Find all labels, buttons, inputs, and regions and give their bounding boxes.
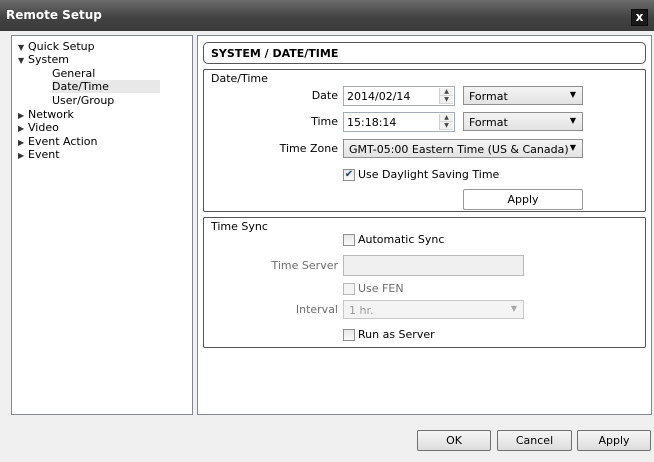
chevron-down-icon: ▼ — [569, 90, 576, 99]
automatic-sync-label: Automatic Sync — [358, 233, 445, 246]
time-format-dropdown[interactable]: Format ▼ — [463, 112, 583, 131]
interval-value: 1 hr. — [349, 304, 374, 317]
tree-item-date-time[interactable]: Date/Time — [52, 80, 160, 93]
group-title: Date/Time — [211, 72, 268, 85]
interval-dropdown[interactable]: 1 hr. ▼ — [343, 300, 524, 319]
date-stepper[interactable]: 2014/02/14 ▲ ▼ — [343, 86, 455, 106]
timezone-dropdown[interactable]: GMT-05:00 Eastern Time (US & Canada) ▼ — [343, 139, 583, 158]
time-label: Time — [311, 115, 338, 128]
chevron-down-icon: ▼ — [569, 116, 576, 125]
tree-item-network[interactable]: ▶ Network — [18, 108, 74, 121]
tree-item-label: General — [52, 67, 96, 80]
spin-up-icon[interactable]: ▲ — [440, 114, 453, 122]
page-header: SYSTEM / DATE/TIME — [203, 42, 646, 64]
close-button[interactable]: x — [631, 9, 648, 26]
run-as-server-label: Run as Server — [358, 328, 435, 341]
page-title: SYSTEM / DATE/TIME — [211, 47, 339, 60]
tree-item-label: Network — [28, 108, 74, 121]
chevron-right-icon[interactable]: ▶ — [18, 149, 28, 162]
checkbox-box[interactable] — [343, 234, 355, 246]
chevron-down-icon[interactable]: ▼ — [18, 54, 28, 67]
cancel-button[interactable]: Cancel — [497, 430, 572, 451]
apply-button[interactable]: Apply — [577, 430, 651, 451]
date-label: Date — [311, 89, 338, 102]
time-value: 15:18:14 — [347, 116, 397, 129]
tree-item-label: Event — [28, 148, 60, 161]
title-bar[interactable]: Remote Setup x — [0, 0, 654, 31]
time-format-value: Format — [469, 116, 508, 129]
chevron-down-icon: ▼ — [569, 143, 576, 152]
tree-item-label: System — [28, 53, 70, 66]
checkbox-box[interactable] — [343, 329, 355, 341]
check-icon[interactable]: ✔ — [343, 169, 355, 181]
spin-up-icon[interactable]: ▲ — [440, 88, 453, 96]
tree-item-quick-setup[interactable]: ▼ Quick Setup — [18, 40, 95, 53]
settings-content-panel: SYSTEM / DATE/TIME Date/Time Date 2014/0… — [197, 35, 652, 415]
spin-down-icon[interactable]: ▼ — [440, 122, 453, 130]
settings-tree[interactable]: ▼ Quick Setup ▼ System General Date/Time U… — [11, 35, 193, 415]
daylight-saving-label: Use Daylight Saving Time — [358, 168, 500, 181]
date-format-value: Format — [469, 90, 508, 103]
tree-item-label: Event Action — [28, 135, 98, 148]
tree-item-user-group[interactable]: User/Group — [52, 94, 114, 107]
group-title: Time Sync — [211, 220, 268, 233]
stepper-arrows[interactable]: ▲ ▼ — [439, 88, 453, 104]
time-stepper[interactable]: 15:18:14 ▲ ▼ — [343, 112, 455, 132]
tree-item-system[interactable]: ▼ System — [18, 53, 69, 66]
checkbox-box[interactable] — [343, 283, 355, 295]
timezone-value: GMT-05:00 Eastern Time (US & Canada) — [349, 143, 569, 156]
date-format-dropdown[interactable]: Format ▼ — [463, 86, 583, 105]
tree-item-label: Date/Time — [52, 80, 109, 93]
tree-item-event[interactable]: ▶ Event — [18, 148, 60, 161]
date-time-group: Date/Time Date 2014/02/14 ▲ ▼ Format ▼ T… — [203, 69, 646, 212]
time-server-label: Time Server — [271, 259, 339, 272]
chevron-down-icon: ▼ — [510, 304, 517, 313]
use-fen-label: Use FEN — [358, 282, 404, 295]
interval-label: Interval — [295, 303, 338, 316]
tree-item-label: Video — [28, 121, 59, 134]
window-client-area: ▼ Quick Setup ▼ System General Date/Time U… — [0, 31, 654, 462]
tree-item-label: Quick Setup — [28, 40, 95, 53]
tree-item-event-action[interactable]: ▶ Event Action — [18, 135, 97, 148]
tree-item-video[interactable]: ▶ Video — [18, 121, 59, 134]
remote-setup-window: Remote Setup x ▼ Quick Setup ▼ System Gene… — [0, 0, 654, 462]
date-time-apply-button[interactable]: Apply — [463, 189, 583, 210]
spin-down-icon[interactable]: ▼ — [440, 96, 453, 104]
window-title: Remote Setup — [6, 8, 102, 22]
tree-item-general[interactable]: General — [52, 67, 95, 80]
ok-button[interactable]: OK — [417, 430, 491, 451]
chevron-right-icon[interactable]: ▶ — [18, 122, 28, 135]
time-server-input[interactable] — [343, 255, 524, 276]
timezone-label: Time Zone — [279, 142, 338, 155]
stepper-arrows[interactable]: ▲ ▼ — [439, 114, 453, 130]
tree-item-label: User/Group — [52, 94, 115, 107]
date-value: 2014/02/14 — [347, 90, 411, 103]
time-sync-group: Time Sync Automatic Sync Time Server Use… — [203, 217, 646, 348]
